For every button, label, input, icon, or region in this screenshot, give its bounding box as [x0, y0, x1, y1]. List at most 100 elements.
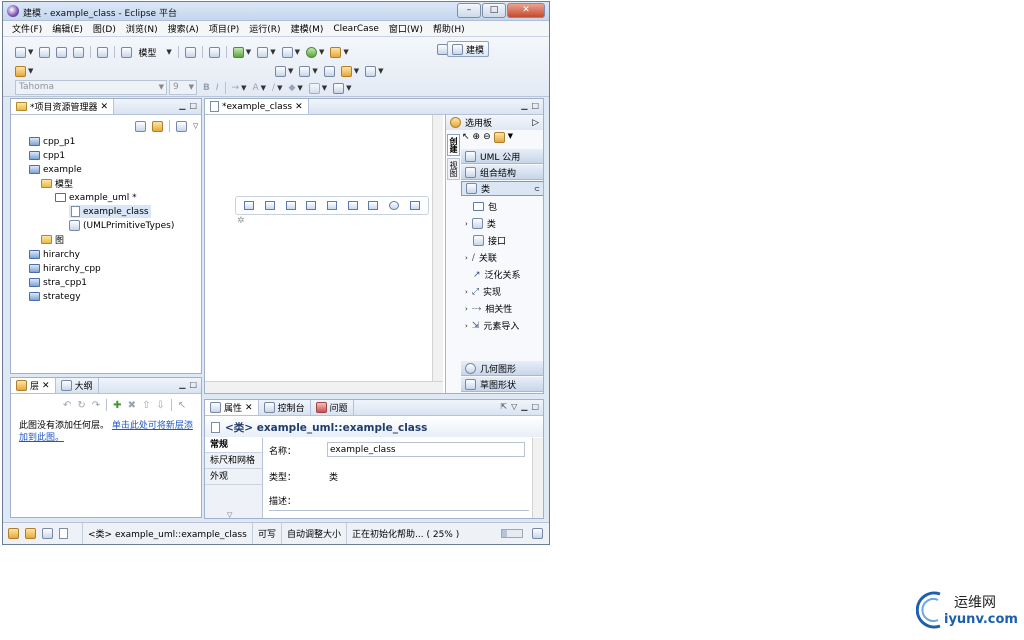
- drawer-class[interactable]: 类 ⊂: [461, 181, 543, 196]
- note-tool-icon[interactable]: [493, 132, 505, 143]
- expand-icon[interactable]: ›: [465, 254, 468, 262]
- font-style-dropdown-icon[interactable]: ▼: [346, 84, 351, 92]
- maximize-view-icon[interactable]: □: [531, 101, 539, 110]
- pen-icon[interactable]: [15, 65, 26, 77]
- palette-item-realization[interactable]: › ⤢ 实现: [461, 284, 543, 299]
- line-style-icon[interactable]: →: [232, 83, 240, 93]
- undo-layer-icon[interactable]: ↶: [63, 400, 71, 411]
- expand-icon[interactable]: ›: [465, 220, 468, 228]
- package-tool-icon[interactable]: [244, 201, 255, 210]
- line-color-icon[interactable]: ∕: [272, 83, 275, 93]
- text-color-dropdown-icon[interactable]: ▼: [261, 84, 266, 92]
- minimize-view-icon[interactable]: ▁: [521, 402, 527, 411]
- side-tab-general[interactable]: 常规: [205, 438, 262, 453]
- chart-view-icon[interactable]: [25, 528, 36, 539]
- font-size-combo[interactable]: 9 ▼: [169, 80, 197, 95]
- link-with-editor-icon[interactable]: [152, 120, 163, 132]
- hide-layer-icon[interactable]: ↻: [77, 400, 85, 411]
- description-field[interactable]: [269, 510, 529, 518]
- palette-item-class[interactable]: › 类: [461, 216, 543, 231]
- progress-view-icon[interactable]: [532, 528, 543, 539]
- tab-project-explorer[interactable]: *项目资源管理器 ✕: [11, 99, 115, 114]
- navigate-back-icon[interactable]: [340, 65, 352, 77]
- tree-item[interactable]: example: [29, 163, 82, 176]
- select-dropdown-icon[interactable]: ▼: [288, 67, 293, 75]
- diagram-canvas[interactable]: [205, 115, 435, 381]
- bold-button[interactable]: B: [203, 83, 210, 93]
- canvas-horizontal-scrollbar[interactable]: [205, 381, 443, 393]
- fast-view-icon[interactable]: [8, 528, 19, 539]
- run-icon[interactable]: [305, 46, 317, 58]
- collaboration-tool-icon[interactable]: [388, 201, 399, 210]
- menu-project[interactable]: 项目(P): [204, 22, 244, 35]
- tree-item[interactable]: cpp_p1: [29, 135, 75, 148]
- maximize-view-icon[interactable]: □: [189, 380, 197, 389]
- tree-item-selected[interactable]: example_class: [69, 205, 151, 218]
- note-dropdown-icon[interactable]: ▼: [508, 132, 513, 143]
- collapse-all-icon[interactable]: [135, 120, 146, 132]
- select-all-icon[interactable]: [275, 65, 286, 77]
- diagram-status-icon[interactable]: [42, 528, 53, 539]
- save-all-icon[interactable]: [56, 46, 68, 58]
- minimize-button[interactable]: –: [457, 3, 481, 18]
- tree-item[interactable]: stra_cpp1: [29, 276, 87, 289]
- palette-item-generalization[interactable]: ↗ 泛化关系: [461, 267, 543, 282]
- tree-item[interactable]: cpp1: [29, 149, 65, 162]
- print-icon[interactable]: [73, 46, 85, 58]
- menu-edit[interactable]: 编辑(E): [47, 22, 88, 35]
- palette-tab-view[interactable]: 视图: [447, 158, 460, 180]
- interface-tool-icon[interactable]: [285, 201, 296, 210]
- tab-console[interactable]: 控制台: [259, 400, 311, 415]
- run-dropdown-icon[interactable]: ▼: [319, 48, 324, 56]
- pen-dropdown-icon[interactable]: ▼: [28, 67, 33, 75]
- external-tools-icon[interactable]: [330, 46, 342, 58]
- navigate-forward-icon[interactable]: [365, 65, 377, 77]
- shape-style-dropdown-icon[interactable]: ▼: [322, 84, 327, 92]
- maximize-view-icon[interactable]: □: [189, 101, 197, 110]
- model-dropdown-icon[interactable]: ▼: [166, 48, 171, 56]
- close-button[interactable]: ✕: [507, 3, 545, 18]
- shape-style-icon[interactable]: [308, 82, 320, 94]
- drawer-sketch-shapes[interactable]: 草图形状: [461, 377, 543, 392]
- save-icon[interactable]: [39, 46, 51, 58]
- signal-tool-icon[interactable]: [347, 201, 358, 210]
- new-project-icon[interactable]: [232, 46, 244, 58]
- zoom-out-icon[interactable]: ⊖: [483, 132, 491, 143]
- canvas-vertical-scrollbar[interactable]: [432, 115, 443, 381]
- new-project-dropdown-icon[interactable]: ▼: [246, 48, 251, 56]
- side-tab-appearance[interactable]: 外观: [205, 469, 262, 485]
- palette-collapse-icon[interactable]: ▷: [532, 118, 539, 128]
- expand-icon[interactable]: ›: [465, 322, 468, 330]
- palette-header[interactable]: 选用板 ▷: [446, 115, 543, 130]
- pin-view-icon[interactable]: ⇱: [500, 402, 507, 411]
- side-tab-rulers-grid[interactable]: 标尺和网格: [205, 453, 262, 469]
- select-tool-icon[interactable]: ↖: [462, 132, 470, 143]
- open-model-icon[interactable]: [97, 46, 109, 58]
- tree-item[interactable]: hirarchy_cpp: [29, 262, 101, 275]
- menu-run[interactable]: 运行(R): [244, 22, 285, 35]
- menu-clearcase[interactable]: ClearCase: [328, 24, 384, 34]
- model-explorer-icon[interactable]: [121, 46, 133, 58]
- expand-icon[interactable]: ›: [465, 305, 468, 313]
- title-bar[interactable]: 建模 - example_class - Eclipse 平台 – □ ✕: [3, 2, 549, 21]
- tab-example-class[interactable]: *example_class ✕: [205, 99, 309, 114]
- fill-color-dropdown-icon[interactable]: ▼: [297, 84, 302, 92]
- debug-icon[interactable]: [281, 46, 293, 58]
- menu-navigate[interactable]: 浏览(N): [121, 22, 163, 35]
- select-layer-icon[interactable]: ↖: [178, 400, 186, 411]
- navigate-forward-dropdown-icon[interactable]: ▼: [378, 67, 383, 75]
- font-family-combo[interactable]: Tahoma ▼: [15, 80, 167, 95]
- side-tabs-scroll-down-icon[interactable]: ▽: [227, 511, 232, 518]
- palette-item-element-import[interactable]: › ⇲ 元素导入: [461, 318, 543, 333]
- palette-item-interface[interactable]: 接口: [461, 233, 543, 248]
- menu-file[interactable]: 文件(F): [7, 22, 47, 35]
- tab-problems[interactable]: 问题: [311, 400, 354, 415]
- artifact-tool-icon[interactable]: [368, 201, 379, 210]
- pin-icon[interactable]: ⊂: [534, 185, 540, 193]
- palette-item-dependency[interactable]: › ⤏ 相关性: [461, 301, 543, 316]
- close-icon[interactable]: ✕: [245, 403, 253, 413]
- component-tool-icon[interactable]: [409, 201, 420, 210]
- add-layer-icon[interactable]: ✚: [113, 400, 121, 411]
- tab-layers[interactable]: 层 ✕: [11, 378, 56, 393]
- enumeration-tool-icon[interactable]: [306, 201, 317, 210]
